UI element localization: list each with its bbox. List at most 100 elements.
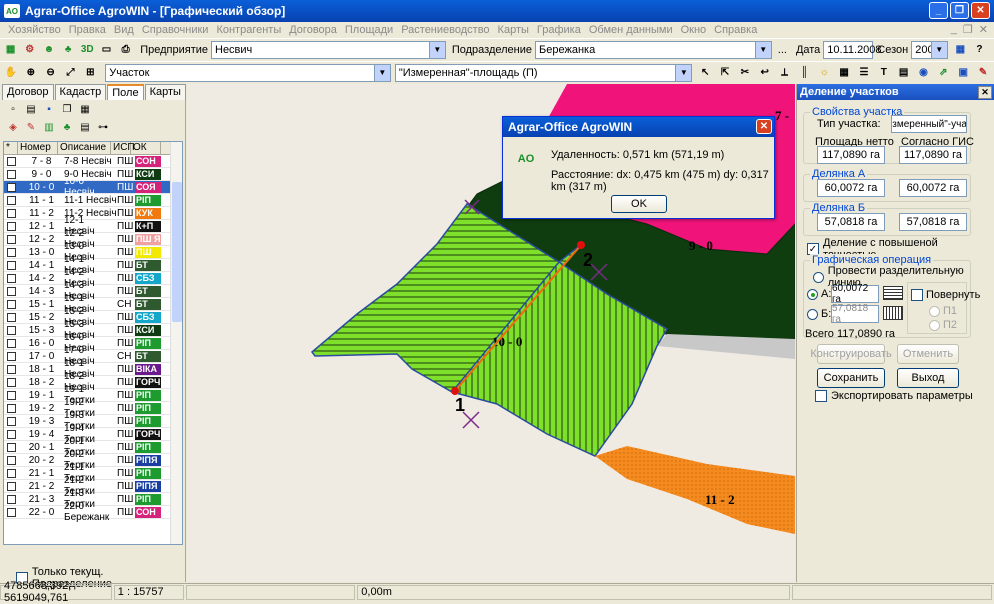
menu-item-11[interactable]: Окно [677,24,711,36]
row-checkbox[interactable] [7,156,16,166]
row-checkbox[interactable] [7,429,16,439]
b-radio[interactable] [807,308,818,320]
table-icon[interactable]: ▤ [895,64,913,82]
p1-radio[interactable] [929,305,940,317]
copy-icon[interactable]: ❐ [60,102,74,116]
enterprise-icon[interactable]: ▦ [2,41,19,59]
row-checkbox[interactable] [7,403,16,413]
network-icon[interactable]: ⊶ [96,120,110,134]
gis-area-field[interactable]: 117,0890 га [899,146,967,164]
export-icon[interactable]: ⇗ [934,64,952,82]
menu-item-8[interactable]: Карты [494,24,533,36]
table-row[interactable]: 7 - 8 7-8 Несвіч ПШ СОН [4,155,182,168]
people-icon[interactable]: ☻ [40,41,57,59]
column-header-4[interactable]: ОК [131,142,161,154]
p2-radio-row[interactable]: П2 [929,319,957,331]
menu-item-12[interactable]: Справка [710,24,761,36]
column-header-1[interactable]: Номер [18,142,58,154]
minimize-button[interactable]: _ [929,2,948,19]
table-row[interactable]: 10 - 0 10-0 Несвіч ПШ СОЯ [4,176,182,198]
row-checkbox[interactable] [7,312,16,322]
layer-select[interactable]: Участок ▼ [105,63,391,82]
rotate-checkbox-row[interactable]: Повернуть [911,289,980,301]
row-checkbox[interactable] [7,338,16,348]
draw-line-radio[interactable] [813,271,824,283]
point-2-marker[interactable] [577,241,585,249]
row-checkbox[interactable] [7,195,16,205]
menu-item-10[interactable]: Обмен данными [585,24,677,36]
chevron-down-icon[interactable]: ▼ [373,64,390,81]
p1-radio-row[interactable]: П1 [929,305,957,317]
row-checkbox[interactable] [7,364,16,374]
chevron-down-icon[interactable]: ▼ [428,41,445,58]
tab-1[interactable]: Кадастр [54,84,107,100]
zoom-out-icon[interactable]: ⊖ [42,64,60,82]
menu-item-3[interactable]: Справочники [138,24,213,36]
split-icon[interactable]: ✂ [736,64,754,82]
paint-icon[interactable]: ◈ [6,120,20,134]
curve-icon[interactable]: ↩ [756,64,774,82]
part-b-right-field[interactable]: 57,0818 га [899,213,967,231]
maximize-button[interactable]: ❐ [950,2,969,19]
season-select[interactable]: 2008 ▼ [911,40,948,59]
field-11-2-polygon[interactable] [595,446,795,534]
ellipsis-button[interactable]: ... [778,44,787,56]
row-checkbox[interactable] [7,507,16,517]
column-header-2[interactable]: Описание [58,142,111,154]
a-radio-row[interactable]: A: [807,288,831,300]
part-a-left-field[interactable]: 60,0072 га [817,179,885,197]
row-checkbox[interactable] [7,390,16,400]
row-checkbox[interactable] [7,260,16,270]
b-radio-row[interactable]: Б: [807,308,831,320]
row-checkbox[interactable] [7,299,16,309]
row-checkbox[interactable] [7,234,16,244]
area-select[interactable]: "Измеренная"-площадь (П) ▼ [394,63,693,82]
scrollbar-thumb[interactable] [172,182,182,322]
dialog-close-button[interactable]: ✕ [756,119,772,134]
monitor-icon[interactable]: ▭ [98,41,115,59]
calendar-icon[interactable]: ▦ [952,41,969,59]
tab-2[interactable]: Поле [107,84,144,100]
save-icon[interactable]: ▪ [42,102,56,116]
select-icon[interactable]: ⇱ [716,64,734,82]
row-checkbox[interactable] [7,273,16,283]
edit-icon[interactable]: ✎ [974,64,992,82]
help-icon[interactable]: ? [971,41,988,59]
row-checkbox[interactable] [7,169,16,179]
mdi-minimize-button[interactable]: _ [951,23,957,36]
row-checkbox[interactable] [7,494,16,504]
row-checkbox[interactable] [7,325,16,335]
mdi-restore-button[interactable]: ❐ [963,23,973,36]
chevron-down-icon[interactable]: ▼ [930,41,947,58]
open-icon[interactable]: ▤ [24,102,38,116]
new-icon[interactable]: ▫ [6,102,20,116]
part-b-left-field[interactable]: 57,0818 га [817,213,885,231]
globe-icon[interactable]: ◉ [915,64,933,82]
p2-radio[interactable] [929,319,940,331]
table-scrollbar[interactable] [170,142,182,544]
row-checkbox[interactable] [7,221,16,231]
stats-icon[interactable]: ▥ [42,120,56,134]
ruler-icon[interactable]: ⟂ [776,64,794,82]
column-header-3[interactable]: ИСП [111,142,135,154]
close-button[interactable]: ✕ [971,2,990,19]
date-field[interactable]: 10.11.2008 [823,40,882,59]
division-select[interactable]: Бережанка ▼ [535,40,772,59]
menu-item-0[interactable]: Хозяйство [4,24,65,36]
table-row[interactable]: 11 - 1 11-1 Несвіч ПШ РІП [4,194,182,207]
chevron-down-icon[interactable]: ▼ [675,64,692,81]
tree-icon[interactable]: ♣ [60,41,77,59]
row-checkbox[interactable] [7,481,16,491]
a-value-field[interactable]: 60,0072 га [831,283,879,305]
menu-item-4[interactable]: Контрагенты [212,24,285,36]
tractor-icon[interactable]: ⚙ [21,41,38,59]
save-button[interactable]: Сохранить [817,368,885,388]
printer-icon[interactable]: ⎙ [117,41,134,59]
zoom-extent-icon[interactable]: ⤢ [62,64,80,82]
row-checkbox[interactable] [7,416,16,426]
properties-icon[interactable]: ▦ [78,102,92,116]
column-header-0[interactable]: * [4,142,18,154]
row-checkbox[interactable] [7,468,16,478]
text-icon[interactable]: T [875,64,893,82]
zoom-fit-icon[interactable]: ⊞ [81,64,99,82]
